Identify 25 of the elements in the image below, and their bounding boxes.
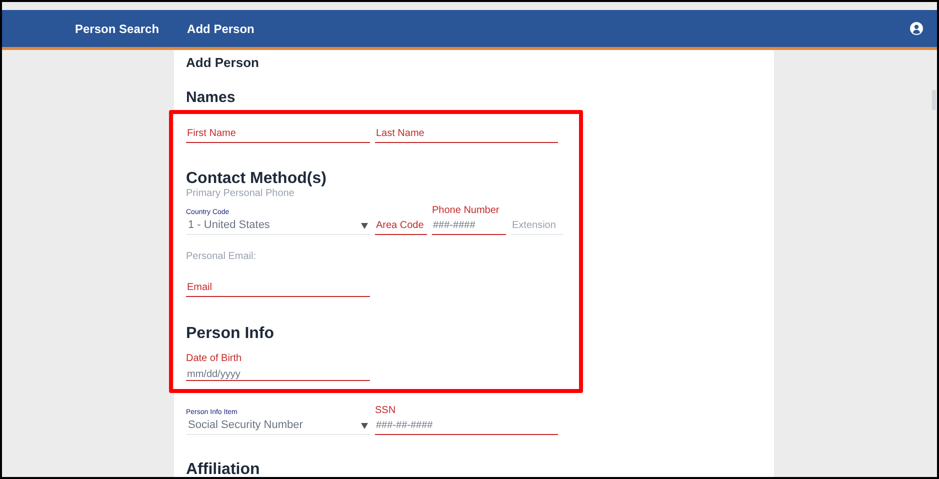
input-field[interactable]: Area Code — [375, 217, 427, 235]
page-title: Add Person — [186, 54, 260, 72]
input-field[interactable]: Last Name — [375, 125, 558, 143]
input-field[interactable]: Email — [186, 279, 370, 297]
input-field[interactable]: mm/dd/yyyy — [186, 369, 370, 381]
input-field[interactable]: ###-##-#### — [375, 417, 558, 435]
field-label: Date of Birth — [186, 353, 242, 364]
nav-link[interactable]: Add Person — [187, 20, 254, 38]
field-label: Personal Email: — [186, 250, 258, 264]
input-field[interactable]: First Name — [186, 125, 370, 143]
dropdown[interactable]: Social Security Number — [186, 417, 370, 435]
input-field[interactable]: ###-#### — [432, 217, 506, 235]
section-heading: Affiliation — [186, 461, 261, 477]
subheading: Primary Personal Phone — [186, 188, 296, 200]
nav-link[interactable]: Person Search — [75, 20, 160, 38]
field-label: Phone Number — [432, 205, 500, 217]
scrollbar[interactable] — [932, 90, 936, 110]
section-heading: Names — [186, 88, 236, 108]
section-heading: Contact Method(s) — [186, 170, 328, 188]
section-heading: Person Info — [186, 325, 276, 343]
caret-icon — [361, 222, 368, 228]
dropdown[interactable]: 1 - United States — [186, 217, 370, 235]
field-label: SSN — [375, 405, 397, 417]
user-icon[interactable] — [910, 22, 923, 35]
caret-icon — [361, 422, 368, 428]
